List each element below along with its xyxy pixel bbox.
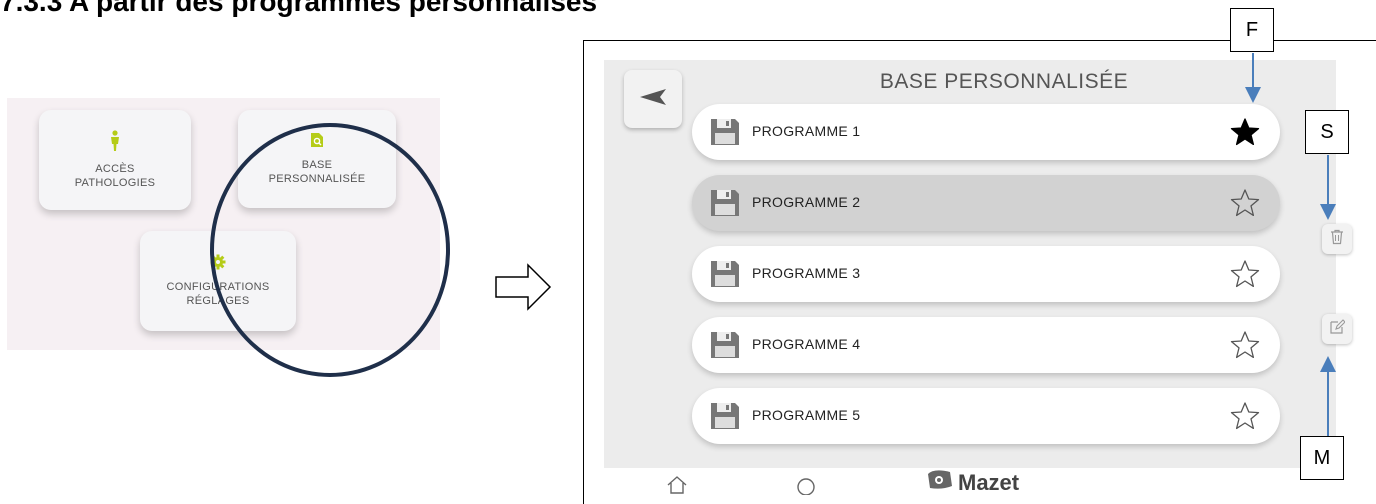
callout-arrows (1245, 53, 1336, 436)
